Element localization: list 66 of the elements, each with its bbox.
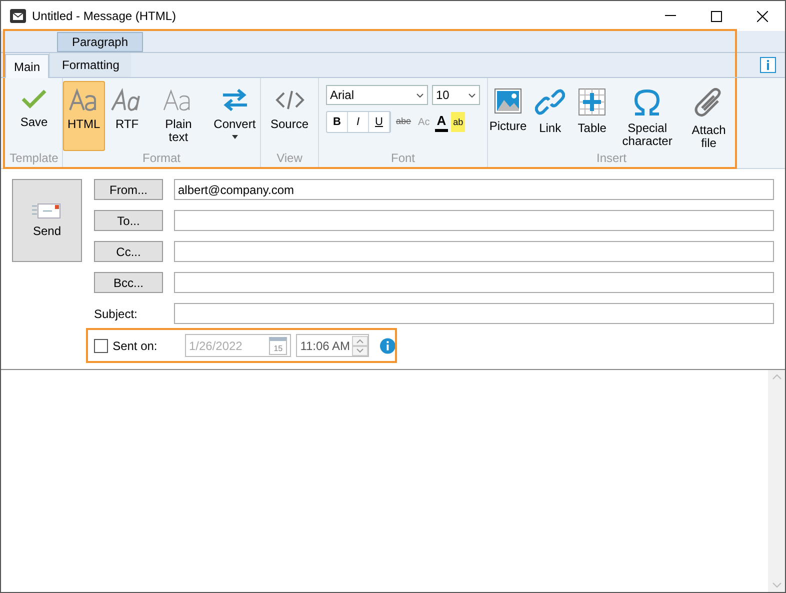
code-icon [274, 88, 304, 112]
address-button[interactable]: From... [94, 179, 163, 200]
chevron-down-icon [468, 92, 476, 98]
close-icon [756, 10, 768, 22]
swap-arrows-icon [220, 88, 249, 112]
format-button[interactable]: I [348, 112, 369, 132]
ribbon-tab[interactable]: Main [5, 54, 50, 78]
scroll-down-icon[interactable] [772, 582, 782, 588]
address-field[interactable] [174, 210, 774, 231]
group-label: View [276, 151, 304, 165]
table-icon [578, 88, 606, 116]
envelope-icon [32, 202, 62, 220]
calendar-icon[interactable]: 15 [269, 336, 288, 354]
checkmark-icon [21, 88, 47, 110]
ribbon-button[interactable]: Attach file [682, 81, 735, 151]
ribbon-button[interactable]: RTF [106, 81, 148, 151]
group-label: Insert [595, 151, 628, 165]
sent-on-label: Sent on: [112, 338, 158, 354]
subject-field[interactable] [174, 303, 774, 324]
link-icon [535, 88, 566, 116]
address-button[interactable]: To... [94, 210, 163, 231]
omega-icon [632, 88, 662, 116]
format-button[interactable]: A [434, 112, 448, 132]
format-button[interactable]: U [369, 112, 390, 132]
address-button[interactable]: Cc... [94, 241, 163, 262]
date-field: 1/26/2022 15 [184, 334, 292, 357]
address-field[interactable] [174, 241, 774, 262]
address-field[interactable] [174, 272, 774, 293]
subject-label: Subject: [94, 306, 138, 322]
address-field[interactable]: albert@company.com [174, 179, 774, 200]
image-icon [494, 88, 522, 114]
address-button[interactable]: Bcc... [94, 272, 163, 293]
ribbon-button[interactable]: Link [530, 81, 570, 151]
info-icon[interactable] [760, 56, 776, 73]
ribbon-button[interactable]: Convert [209, 81, 260, 151]
font-name-dropdown[interactable]: Arial [326, 85, 428, 105]
ribbon-button[interactable]: Special character [614, 81, 681, 151]
time-field[interactable]: 11:06 AM [296, 334, 369, 357]
sent-on-checkbox[interactable] [94, 338, 108, 352]
dropdown-caret-icon [232, 135, 238, 139]
group-label: Template [8, 151, 60, 165]
window-title: Untitled - Message (HTML) [32, 8, 176, 25]
format-button[interactable]: ab [451, 112, 466, 132]
ribbon-button[interactable]: Plain text [150, 81, 208, 151]
spin-up-icon[interactable] [352, 336, 368, 346]
chevron-down-icon [416, 92, 424, 98]
group-label: Format [141, 151, 182, 165]
group-label: Font [390, 151, 416, 165]
spin-down-icon[interactable] [352, 346, 368, 356]
ribbon-button[interactable]: Source [265, 81, 314, 151]
font-size-dropdown[interactable]: 10 [432, 85, 480, 105]
ribbon-button[interactable]: Table [572, 81, 612, 151]
minimize-icon [664, 15, 676, 17]
ribbon-button[interactable]: Picture [488, 81, 528, 151]
send-button[interactable]: Send [12, 179, 82, 262]
info-icon[interactable] [380, 338, 395, 354]
scrollbar[interactable] [768, 370, 785, 592]
maximize-icon [710, 10, 722, 22]
format-button[interactable]: abe [394, 112, 414, 132]
ribbon-button[interactable]: HTML [63, 81, 105, 151]
ribbon-tab[interactable]: Formatting [49, 53, 132, 77]
ribbon-button[interactable]: Save [14, 81, 54, 151]
scroll-up-icon[interactable] [772, 374, 782, 380]
format-button[interactable]: B [327, 112, 348, 132]
app-icon [10, 9, 26, 23]
context-tab-group: Paragraph [57, 32, 143, 52]
